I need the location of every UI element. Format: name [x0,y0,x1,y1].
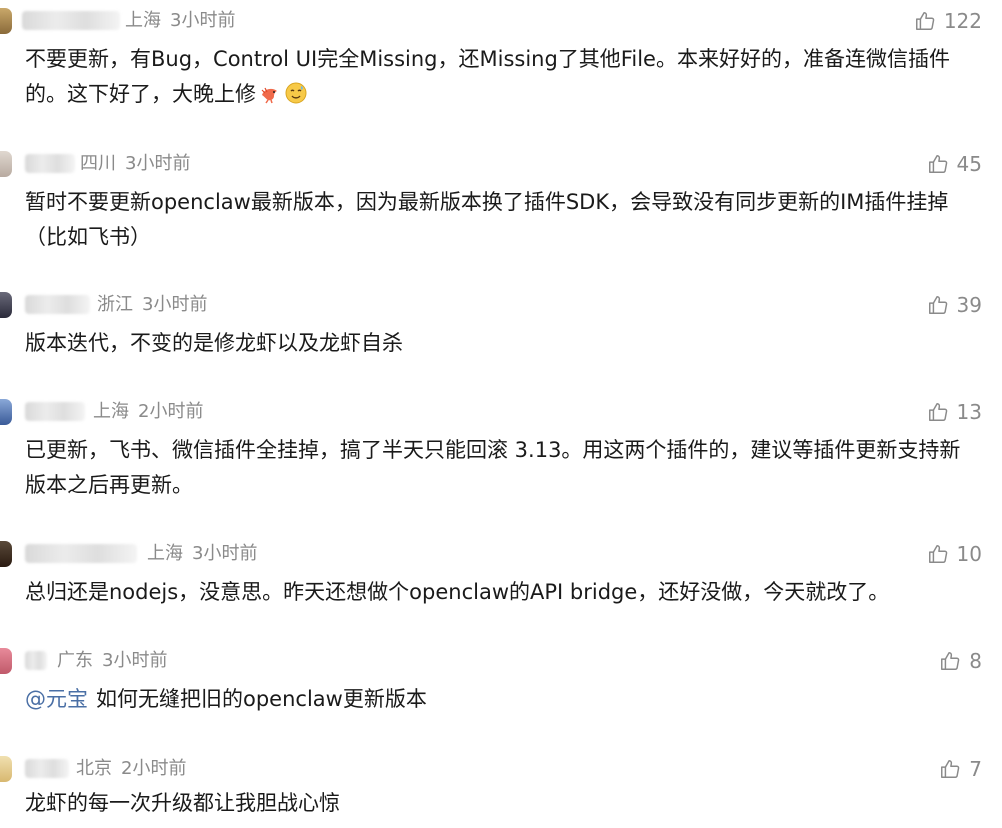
comment-time: 2小时前 [121,758,187,779]
avatar[interactable] [0,648,12,674]
comment-item: 浙江 3小时前 39 版本迭代，不变的是修龙虾以及龙虾自杀 [0,292,1002,362]
comment-time: 3小时前 [125,153,191,174]
comment-meta: 浙江 3小时前 [97,292,207,318]
username-blurred[interactable] [25,544,137,563]
username-blurred[interactable] [22,11,120,30]
thumbs-up-icon [941,760,960,778]
avatar[interactable] [0,399,12,425]
like-button[interactable]: 8 [939,648,982,674]
comment-meta: 北京 2小时前 [76,756,186,782]
like-count: 45 [956,152,982,176]
comment-body: 不要更新，有Bug，Control UI完全Missing，还Missing了其… [25,47,950,106]
like-count: 10 [956,542,982,566]
comment-text: 版本迭代，不变的是修龙虾以及龙虾自杀 [25,326,975,361]
comment-text: 暂时不要更新openclaw最新版本，因为最新版本换了插件SDK，会导致没有同步… [25,185,975,255]
like-count: 39 [956,293,982,317]
comment-meta: 上海 2小时前 [93,399,203,425]
comment-location: 广东 [57,650,93,671]
comment-item: 上海 3小时前 122 不要更新，有Bug，Control UI完全Missing… [0,8,1002,108]
comment-time: 2小时前 [138,401,204,422]
like-button[interactable]: 122 [914,8,982,34]
comment-meta: 广东 3小时前 [57,648,167,674]
comment-meta: 上海 3小时前 [125,8,235,34]
username-blurred[interactable] [25,651,47,670]
avatar[interactable] [0,292,12,318]
thumbs-up-icon [928,155,947,173]
comment-text: 总归还是nodejs，没意思。昨天还想做个openclaw的API bridge… [25,575,975,610]
comment-body: 龙虾的每一次升级都让我胆战心惊 [25,791,340,815]
comment-body: 如何无缝把旧的openclaw更新版本 [96,687,427,711]
comment-item: 上海 3小时前 10 总归还是nodejs，没意思。昨天还想做个openclaw的… [0,541,1002,611]
avatar[interactable] [0,8,12,34]
comment-time: 3小时前 [192,543,258,564]
username-blurred[interactable] [25,154,75,173]
comment-item: 上海 2小时前 13 已更新，飞书、微信插件全挂掉，搞了半天只能回滚 3.13。用… [0,399,1002,499]
username-blurred[interactable] [25,759,69,778]
comment-body: 版本迭代，不变的是修龙虾以及龙虾自杀 [25,331,403,355]
comment-location: 四川 [80,153,116,174]
comment-body: 暂时不要更新openclaw最新版本，因为最新版本换了插件SDK，会导致没有同步… [25,190,949,249]
comment-location: 上海 [93,401,129,422]
comment-body: 已更新，飞书、微信插件全挂掉，搞了半天只能回滚 3.13。用这两个插件的，建议等… [25,438,961,497]
comment-item: 广东 3小时前 8 @元宝 如何无缝把旧的openclaw更新版本 [0,648,1002,718]
thumbs-up-icon [915,12,935,30]
like-button[interactable]: 45 [927,151,982,177]
like-button[interactable]: 10 [927,541,982,567]
thumbs-up-icon [928,296,947,314]
username-blurred[interactable] [25,295,90,314]
comment-location: 浙江 [97,294,133,315]
comment-text: 龙虾的每一次升级都让我胆战心惊 [25,786,975,821]
like-button[interactable]: 7 [939,756,982,782]
comment-time: 3小时前 [142,294,208,315]
comment-location: 上海 [147,543,183,564]
avatar[interactable] [0,541,12,567]
sweat-smile-emoji [285,82,307,104]
avatar[interactable] [0,756,12,782]
comment-time: 3小时前 [170,10,236,31]
comment-time: 3小时前 [102,650,168,671]
like-count: 8 [969,649,982,673]
comment-location: 上海 [125,10,161,31]
like-count: 122 [943,9,982,33]
thumbs-up-icon [928,545,947,563]
comment-text: 已更新，飞书、微信插件全挂掉，搞了半天只能回滚 3.13。用这两个插件的，建议等… [25,433,975,503]
comment-item: 四川 3小时前 45 暂时不要更新openclaw最新版本，因为最新版本换了插件S… [0,151,1002,251]
comment-location: 北京 [76,758,112,779]
thumbs-up-icon [928,403,947,421]
comment-text: 不要更新，有Bug，Control UI完全Missing，还Missing了其… [25,42,975,112]
thumbs-up-icon [941,652,960,670]
like-count: 13 [956,400,982,424]
mention-link[interactable]: @元宝 [25,687,88,711]
comment-item: 北京 2小时前 7 龙虾的每一次升级都让我胆战心惊 [0,756,1002,826]
avatar[interactable] [0,151,12,177]
shrimp-emoji [261,87,277,104]
comment-text: @元宝 如何无缝把旧的openclaw更新版本 [25,682,975,717]
comment-meta: 上海 3小时前 [147,541,257,567]
like-count: 7 [969,757,982,781]
like-button[interactable]: 39 [927,292,982,318]
comment-meta: 四川 3小时前 [80,151,190,177]
like-button[interactable]: 13 [927,399,982,425]
username-blurred[interactable] [25,402,85,421]
comment-body: 总归还是nodejs，没意思。昨天还想做个openclaw的API bridge… [25,580,890,604]
